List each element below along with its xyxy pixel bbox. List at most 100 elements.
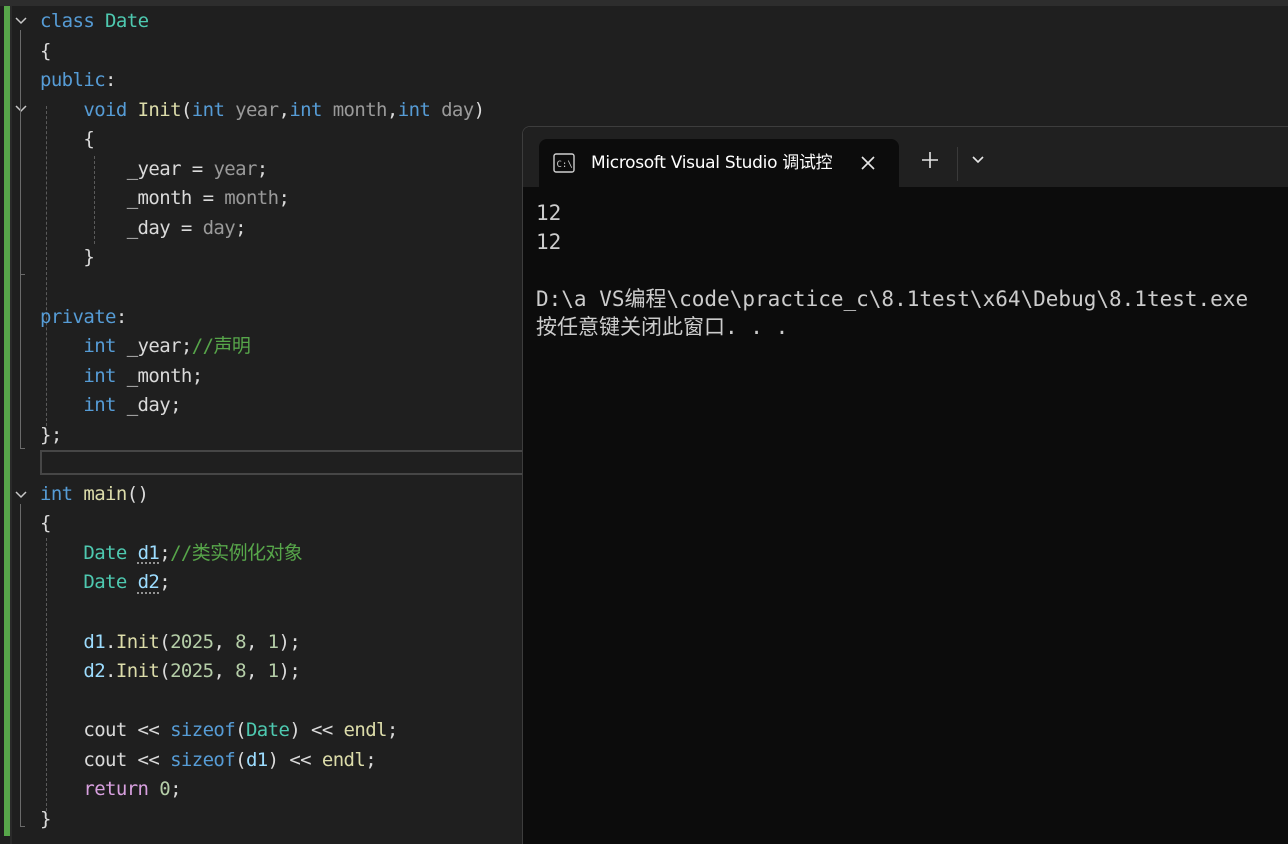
code-token: Init bbox=[115, 660, 160, 683]
code-token: << bbox=[126, 748, 171, 771]
terminal-output-line: 12 bbox=[536, 229, 562, 254]
code-line[interactable]: int _month; bbox=[40, 362, 203, 391]
outline-bracket-main bbox=[20, 504, 25, 827]
code-line[interactable]: int _day; bbox=[40, 391, 181, 420]
code-line[interactable]: int main() bbox=[40, 480, 149, 509]
code-token: _day = bbox=[40, 216, 203, 239]
terminal-window[interactable]: C:\ Microsoft Visual Studio 调试控 12 12 D:\a… bbox=[522, 126, 1288, 844]
code-line[interactable]: _year = year; bbox=[40, 155, 269, 184]
tab-dropdown-button[interactable] bbox=[969, 151, 987, 169]
code-line[interactable]: _day = day; bbox=[40, 214, 247, 243]
code-line[interactable]: d1.Init(2025, 8, 1); bbox=[40, 628, 300, 657]
code-token: ( bbox=[159, 660, 171, 683]
code-line[interactable]: }; bbox=[40, 421, 62, 450]
chevron-down-icon bbox=[15, 491, 27, 499]
code-token: Init bbox=[115, 630, 160, 653]
chevron-down-icon bbox=[15, 17, 27, 25]
code-line[interactable]: { bbox=[40, 509, 51, 538]
code-token: } bbox=[40, 246, 95, 269]
code-token: private bbox=[40, 305, 116, 328]
code-token: , bbox=[245, 630, 268, 653]
code-token: : bbox=[105, 69, 116, 92]
code-token: int bbox=[83, 394, 127, 417]
code-token: ; bbox=[170, 778, 181, 801]
code-line[interactable]: } bbox=[40, 805, 51, 834]
terminal-icon: C:\ bbox=[553, 153, 575, 173]
code-token: _year; bbox=[126, 335, 193, 358]
code-token: . bbox=[105, 660, 116, 683]
code-token: , bbox=[213, 630, 236, 653]
terminal-tab[interactable]: C:\ Microsoft Visual Studio 调试控 bbox=[539, 139, 899, 187]
code-token: ; bbox=[256, 157, 268, 180]
code-token: d2 bbox=[137, 571, 160, 594]
code-token: d1 bbox=[245, 748, 268, 771]
code-line[interactable]: cout << sizeof(d1) << endl; bbox=[40, 746, 376, 775]
code-token: return bbox=[83, 778, 160, 801]
code-line[interactable]: { bbox=[40, 125, 94, 154]
code-line[interactable]: } bbox=[40, 243, 94, 272]
code-token: }; bbox=[40, 423, 62, 446]
code-token: { bbox=[40, 512, 51, 535]
code-token: ; bbox=[159, 541, 171, 564]
fold-toggle-class[interactable] bbox=[14, 14, 28, 28]
close-icon[interactable] bbox=[857, 152, 879, 174]
code-token: , bbox=[213, 660, 236, 683]
code-line[interactable]: int _year;//声明 bbox=[40, 332, 250, 361]
code-token: { bbox=[40, 39, 51, 62]
code-token: int bbox=[397, 98, 442, 121]
fold-toggle-main[interactable] bbox=[14, 488, 28, 502]
code-token: _month; bbox=[126, 364, 203, 387]
terminal-output[interactable]: 12 12 D:\a VS编程\code\practice_c\8.1test\x6… bbox=[536, 199, 1288, 342]
code-token: () bbox=[126, 482, 149, 505]
code-token: sizeof bbox=[170, 719, 236, 742]
code-token: 0 bbox=[159, 778, 171, 801]
code-line[interactable]: cout << sizeof(Date) << endl; bbox=[40, 716, 398, 745]
code-line[interactable]: return 0; bbox=[40, 775, 181, 804]
code-token: } bbox=[40, 807, 51, 830]
code-token: d2 bbox=[83, 660, 106, 683]
code-token: : bbox=[115, 305, 127, 328]
code-token: ; bbox=[235, 216, 246, 239]
code-token: sizeof bbox=[170, 748, 236, 771]
code-token: d1 bbox=[83, 630, 106, 653]
code-line[interactable]: { bbox=[40, 37, 51, 66]
code-token: ( bbox=[180, 98, 192, 121]
code-token: << bbox=[126, 719, 171, 742]
code-token: Date bbox=[83, 571, 138, 594]
code-line[interactable]: void Init(int year,int month,int day) bbox=[40, 96, 485, 125]
code-token: day bbox=[441, 98, 474, 121]
terminal-output-line: 按任意键关闭此窗口. . . bbox=[536, 315, 789, 339]
code-line[interactable]: public: bbox=[40, 66, 116, 95]
outline-bracket-init bbox=[20, 118, 25, 275]
plus-icon bbox=[922, 152, 938, 168]
code-token: cout bbox=[83, 719, 127, 742]
code-token: _day; bbox=[126, 394, 182, 417]
code-line[interactable]: _month = month; bbox=[40, 184, 290, 213]
code-line[interactable]: d2.Init(2025, 8, 1); bbox=[40, 657, 300, 686]
chevron-down-icon bbox=[972, 156, 984, 164]
terminal-output-line: D:\a VS编程\code\practice_c\8.1test\x64\De… bbox=[536, 286, 1249, 311]
code-line[interactable]: private: bbox=[40, 303, 127, 332]
code-line[interactable]: Date d2; bbox=[40, 568, 170, 597]
code-token: int bbox=[191, 98, 236, 121]
code-token: ) << bbox=[289, 719, 344, 742]
code-token: ; bbox=[278, 187, 290, 210]
code-token: //声明 bbox=[191, 335, 251, 358]
code-token: endl bbox=[343, 719, 388, 742]
code-token: ( bbox=[159, 630, 171, 653]
new-tab-button[interactable] bbox=[919, 149, 941, 171]
code-token: ) << bbox=[267, 748, 322, 771]
code-line[interactable]: class Date bbox=[40, 7, 149, 36]
code-token: int bbox=[40, 482, 84, 505]
code-token: cout bbox=[83, 748, 127, 771]
code-line[interactable]: Date d1;//类实例化对象 bbox=[40, 539, 302, 568]
code-token: ); bbox=[278, 660, 301, 683]
code-token: Init bbox=[137, 98, 182, 121]
